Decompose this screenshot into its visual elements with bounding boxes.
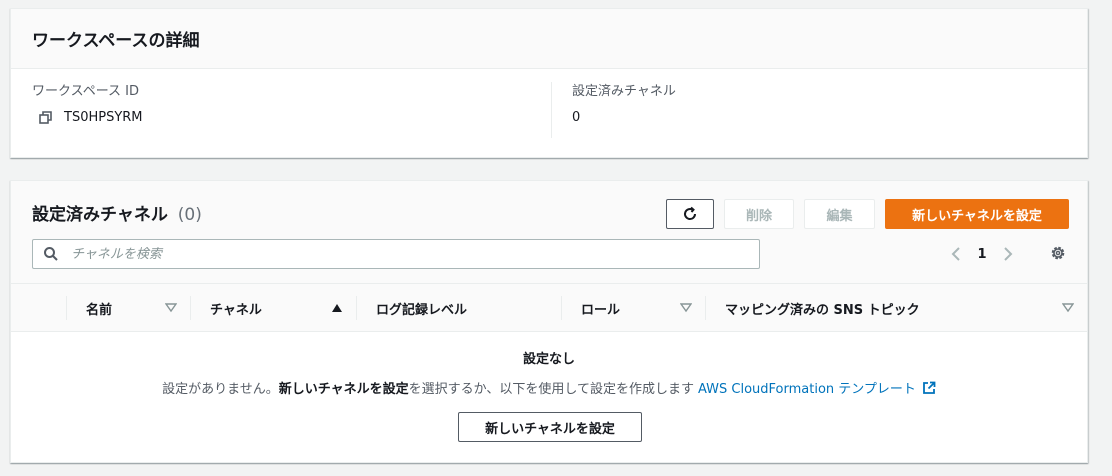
channels-title-text: 設定済みチャネル <box>32 205 168 225</box>
search-input[interactable] <box>69 245 749 263</box>
workspace-details-body: ワークスペース ID TS0HPSYRM 設定済みチャネル 0 <box>11 69 1087 158</box>
channels-count: (0) <box>177 205 202 225</box>
current-page[interactable]: 1 <box>967 247 997 262</box>
delete-button[interactable]: 削除 <box>724 199 794 229</box>
empty-desc-middle: を選択するか、以下を使用して設定を作成します <box>408 382 694 397</box>
workspace-id-value: TS0HPSYRM <box>64 110 143 125</box>
pagination: 1 <box>945 242 1019 266</box>
column-label: チャネル <box>210 302 262 318</box>
configured-channels-panel: 設定済みチャネル (0) 削除 編集 新しいチャネルを設定 1 <box>10 180 1088 463</box>
gear-icon[interactable] <box>1049 244 1067 262</box>
column-label: ログ記録レベル <box>376 302 468 318</box>
channels-title: 設定済みチャネル (0) <box>32 200 202 225</box>
workspace-id-value-row: TS0HPSYRM <box>32 110 552 126</box>
configured-channels-value: 0 <box>572 110 581 125</box>
workspace-details-title: ワークスペースの詳細 <box>32 31 200 51</box>
workspace-id-label: ワークスペース ID <box>32 84 140 99</box>
sort-ascending-icon <box>330 301 344 315</box>
configured-channels-label: 設定済みチャネル <box>572 84 676 99</box>
sort-caret-icon <box>679 301 693 315</box>
sort-caret-icon <box>1061 301 1075 315</box>
sort-caret-icon <box>164 301 178 315</box>
empty-state-title: 設定なし <box>522 352 575 367</box>
column-header-sns-topic[interactable]: マッピング済みの SNS トピック <box>705 284 1087 332</box>
workspace-details-panel: ワークスペースの詳細 ワークスペース ID TS0HPSYRM 設定済みチャネル… <box>10 8 1088 158</box>
workspace-id-section: ワークスペース ID TS0HPSYRM <box>32 82 552 157</box>
channels-header: 設定済みチャネル (0) 削除 編集 新しいチャネルを設定 1 <box>11 181 1087 284</box>
column-label: マッピング済みの SNS トピック <box>725 302 920 318</box>
configure-new-channel-button[interactable]: 新しいチャネルを設定 <box>885 199 1069 229</box>
configured-channels-section: 設定済みチャネル 0 <box>551 82 1071 138</box>
empty-desc-prefix: 設定がありません。 <box>162 382 279 397</box>
external-link-icon[interactable] <box>922 381 936 395</box>
refresh-button[interactable] <box>666 199 714 229</box>
copy-icon[interactable] <box>38 110 54 126</box>
workspace-details-header: ワークスペースの詳細 <box>11 9 1087 69</box>
next-page-icon[interactable] <box>997 242 1019 266</box>
table-header: 名前 チャネル ログ記録レベル ロール マッピング済みの SNS トピック <box>11 284 1087 332</box>
refresh-icon <box>684 206 697 220</box>
configured-channels-value-row: 0 <box>572 110 1071 126</box>
search-icon <box>44 247 58 261</box>
column-header-name[interactable]: 名前 <box>66 284 190 332</box>
column-header-log-level[interactable]: ログ記録レベル <box>356 284 561 332</box>
empty-state: 設定なし 設定がありません。 新しいチャネルを設定 を選択するか、以下を使用して… <box>11 333 1087 463</box>
cloudformation-template-link[interactable]: AWS CloudFormation テンプレート <box>698 378 916 397</box>
column-label: ロール <box>581 302 621 318</box>
prev-page-icon[interactable] <box>945 242 967 266</box>
empty-state-description: 設定がありません。 新しいチャネルを設定 を選択するか、以下を使用して設定を作成… <box>11 378 1087 397</box>
empty-state-configure-button[interactable]: 新しいチャネルを設定 <box>458 412 642 442</box>
edit-button[interactable]: 編集 <box>804 199 875 229</box>
column-header-channel[interactable]: チャネル <box>190 284 356 332</box>
column-header-role[interactable]: ロール <box>561 284 705 332</box>
empty-desc-strong: 新しいチャネルを設定 <box>278 382 409 397</box>
search-box <box>32 239 760 269</box>
column-label: 名前 <box>86 302 113 318</box>
